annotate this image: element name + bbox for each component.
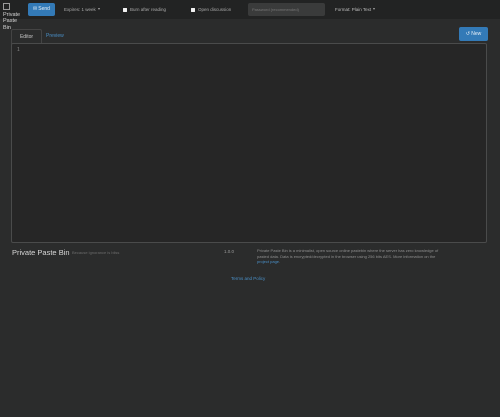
footer-title: Private Paste Bin <box>12 248 70 257</box>
expire-dropdown[interactable]: Expires: 1 week <box>61 3 115 16</box>
format-dropdown[interactable]: Format: Plain Text <box>331 3 391 16</box>
send-button-label: Send <box>38 6 50 12</box>
new-icon: ↺ <box>465 31 470 37</box>
burn-after-reading-option[interactable]: Burn after reading <box>123 3 166 16</box>
project-page-link[interactable]: project page <box>257 259 279 264</box>
password-input[interactable]: Password (recommended) <box>248 3 325 16</box>
password-placeholder: Password (recommended) <box>252 7 299 12</box>
about-text: Private Paste Bin is a minimalist, open … <box>257 248 439 265</box>
open-discussion-option[interactable]: Open discussion <box>191 3 231 16</box>
open-discussion-label: Open discussion <box>198 7 232 12</box>
top-navbar: Private Paste Bin ✉Send Expires: 1 week … <box>0 0 500 31</box>
burn-after-reading-checkbox[interactable] <box>123 7 127 12</box>
send-icon: ✉ <box>33 6 38 12</box>
new-paste-button[interactable]: ↺ New <box>459 27 488 41</box>
terms-link[interactable]: Terms and Policy <box>231 276 265 281</box>
version-number: 1.0.0 <box>224 249 235 254</box>
new-button-label: New <box>471 31 482 37</box>
send-button[interactable]: ✉Send <box>28 3 55 16</box>
burn-after-reading-label: Burn after reading <box>130 7 167 12</box>
brand-logo[interactable]: Private Paste Bin <box>3 3 25 31</box>
footer-subtitle: Because ignorance is bliss <box>72 250 120 255</box>
tab-editor[interactable]: Editor <box>11 29 42 44</box>
expire-label: Expires: 1 week <box>64 7 96 12</box>
about-description: Private Paste Bin is a minimalist, open … <box>257 248 439 259</box>
format-label: Format: Plain Text <box>335 7 372 12</box>
logo-alt-text: Private Paste Bin <box>3 11 21 31</box>
open-discussion-checkbox[interactable] <box>191 7 195 12</box>
page: Private Paste Bin ✉Send Expires: 1 week … <box>0 0 500 417</box>
chevron-down-icon <box>373 8 376 10</box>
tab-preview[interactable]: Preview <box>40 29 70 43</box>
chevron-down-icon <box>97 8 100 10</box>
paste-editor[interactable]: 1 <box>11 43 487 243</box>
line-number: 1 <box>17 47 20 53</box>
broken-image-icon <box>3 3 10 10</box>
